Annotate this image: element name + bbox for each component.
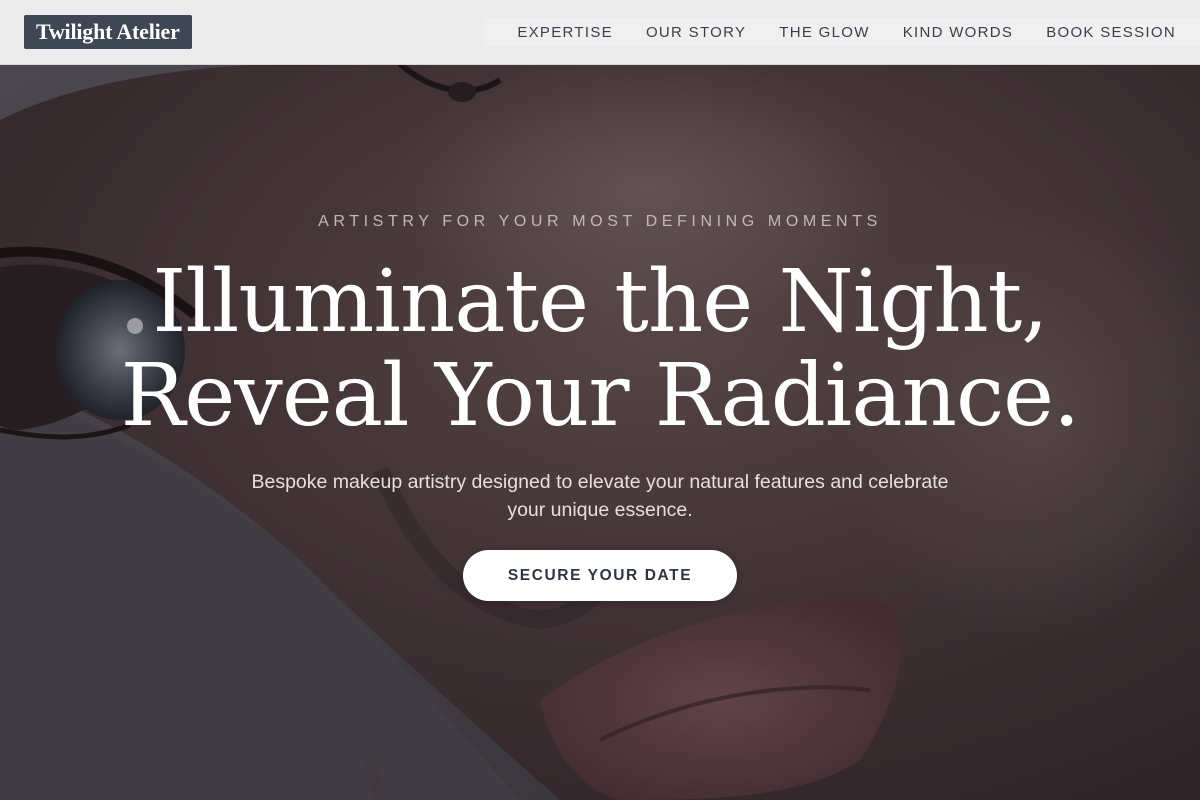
hero-section: ARTISTRY FOR YOUR MOST DEFINING MOMENTS … xyxy=(0,0,1200,800)
landing-page: Twilight Atelier EXPERTISE OUR STORY THE… xyxy=(0,0,1200,800)
hero-subtitle: Bespoke makeup artistry designed to elev… xyxy=(251,471,949,521)
main-nav: EXPERTISE OUR STORY THE GLOW KIND WORDS … xyxy=(484,18,1200,46)
hero-headline-line-2: Reveal Your Radiance. xyxy=(120,346,1081,446)
hero-headline: Illuminate the Night, Reveal Your Radian… xyxy=(0,255,1200,443)
top-navbar: Twilight Atelier EXPERTISE OUR STORY THE… xyxy=(0,0,1200,65)
hero-eyebrow: ARTISTRY FOR YOUR MOST DEFINING MOMENTS xyxy=(318,213,882,230)
nav-link-expertise[interactable]: EXPERTISE xyxy=(517,24,613,41)
secure-your-date-button[interactable]: SECURE YOUR DATE xyxy=(463,550,737,601)
nav-link-the-glow[interactable]: THE GLOW xyxy=(779,24,869,41)
nav-link-book-session[interactable]: BOOK SESSION xyxy=(1046,24,1176,41)
nav-link-kind-words[interactable]: KIND WORDS xyxy=(903,24,1014,41)
hero-headline-line-1: Illuminate the Night, xyxy=(152,252,1048,352)
nav-link-our-story[interactable]: OUR STORY xyxy=(646,24,746,41)
brand-logo[interactable]: Twilight Atelier xyxy=(24,15,192,49)
